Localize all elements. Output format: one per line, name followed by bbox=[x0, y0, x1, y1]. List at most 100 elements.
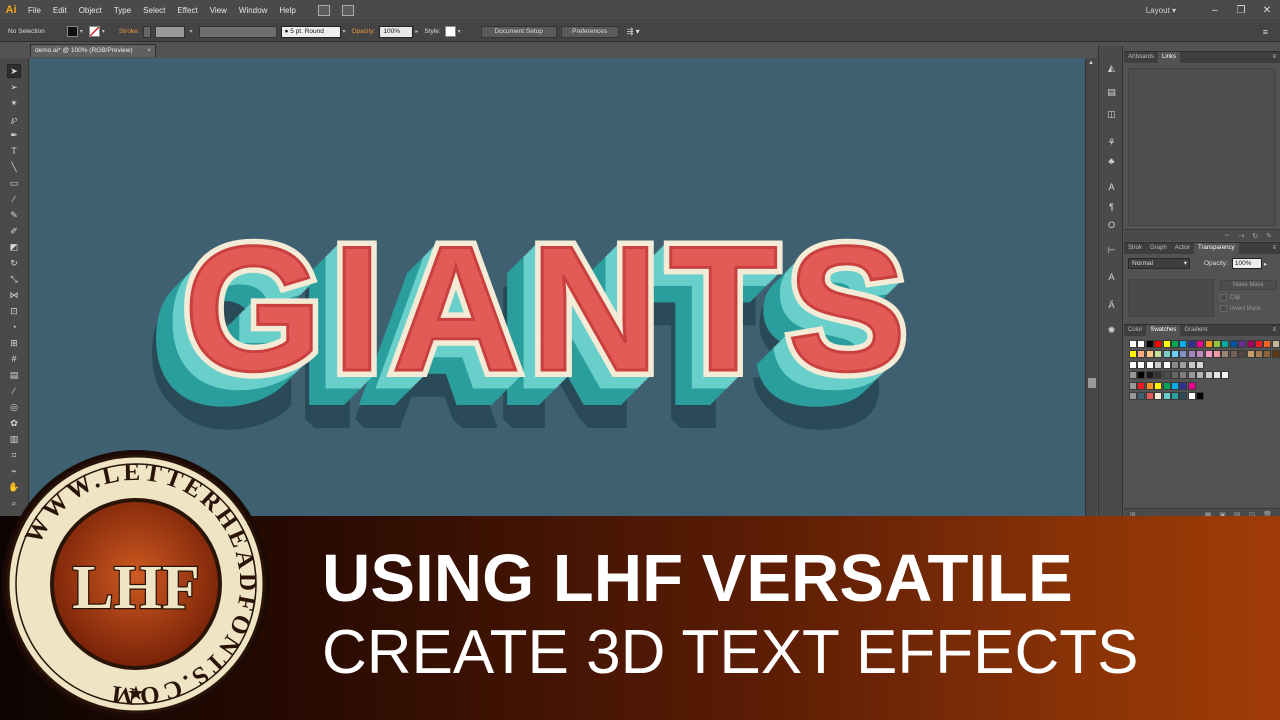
menu-select[interactable]: Select bbox=[137, 0, 171, 21]
opacity-label[interactable]: Opacity: bbox=[352, 28, 376, 35]
pencil-tool-icon[interactable]: ✎ bbox=[7, 208, 21, 222]
tab-graphic-styles[interactable]: Graph bbox=[1146, 243, 1171, 254]
swatch[interactable] bbox=[1171, 371, 1179, 380]
swatch[interactable] bbox=[1171, 340, 1179, 348]
invert-mask-checkbox[interactable]: Invert Mask bbox=[1220, 305, 1277, 312]
swatch[interactable] bbox=[1213, 350, 1221, 359]
swatch[interactable] bbox=[1187, 350, 1196, 359]
chevron-down-icon[interactable]: ▾ bbox=[189, 28, 192, 35]
swatch[interactable] bbox=[1129, 381, 1137, 390]
swatch[interactable] bbox=[1213, 371, 1221, 380]
swatch[interactable] bbox=[1145, 371, 1154, 380]
pen-tool-icon[interactable]: ✒ bbox=[7, 128, 21, 142]
swatch[interactable] bbox=[1238, 340, 1247, 348]
menu-view[interactable]: View bbox=[204, 0, 233, 21]
tab-color[interactable]: Color bbox=[1124, 325, 1146, 336]
preferences-button[interactable]: Preferences bbox=[560, 25, 619, 38]
arrange-icon[interactable]: ⇶ ▾ bbox=[627, 27, 640, 36]
color-guide-icon[interactable]: ◭ bbox=[1105, 62, 1118, 75]
scale-tool-icon[interactable]: ⤡ bbox=[7, 272, 21, 286]
stroke-label[interactable]: Stroke: bbox=[119, 28, 140, 35]
stroke-swatch[interactable] bbox=[88, 26, 100, 37]
swatch[interactable] bbox=[1238, 350, 1247, 359]
swatch[interactable] bbox=[1221, 371, 1230, 380]
swatch[interactable] bbox=[1179, 340, 1188, 348]
clip-checkbox-box[interactable] bbox=[1220, 294, 1227, 301]
swatch[interactable] bbox=[1137, 392, 1146, 400]
menu-type[interactable]: Type bbox=[108, 0, 137, 21]
chevron-down-icon[interactable]: ▾ bbox=[80, 28, 83, 35]
opentype-icon[interactable]: O bbox=[1105, 218, 1118, 231]
brush-definition[interactable]: ● 5 pt. Round bbox=[280, 25, 341, 38]
swatch[interactable] bbox=[1187, 371, 1196, 380]
close-icon[interactable]: ✕ bbox=[1254, 5, 1280, 16]
swatch[interactable] bbox=[1145, 381, 1154, 390]
swatch[interactable] bbox=[1162, 350, 1171, 359]
align-icon[interactable]: ⊢ bbox=[1105, 244, 1118, 257]
swatch[interactable] bbox=[1221, 350, 1230, 359]
swatch[interactable] bbox=[1271, 340, 1280, 348]
character-icon[interactable]: A bbox=[1105, 180, 1118, 193]
character-styles-icon[interactable]: A bbox=[1105, 270, 1118, 283]
swatch[interactable] bbox=[1271, 350, 1280, 359]
swatch[interactable] bbox=[1204, 371, 1213, 380]
vertical-scrollbar[interactable]: ▲ bbox=[1085, 58, 1097, 520]
swatch[interactable] bbox=[1137, 381, 1146, 390]
swatch[interactable] bbox=[1263, 350, 1272, 359]
eyedropper-tool-icon[interactable]: ⁄ bbox=[7, 384, 21, 398]
chevron-down-icon[interactable]: ▸ bbox=[415, 28, 418, 35]
relink-icon[interactable]: ⇔ bbox=[1223, 232, 1230, 239]
fill-swatch[interactable] bbox=[66, 26, 78, 37]
swatch[interactable] bbox=[1162, 381, 1171, 390]
panel-menu-icon[interactable]: ≡ bbox=[1268, 243, 1280, 254]
swatch[interactable] bbox=[1187, 340, 1196, 348]
lasso-tool-icon[interactable]: ℘ bbox=[7, 112, 21, 126]
swatch[interactable] bbox=[1179, 360, 1188, 369]
line-tool-icon[interactable]: ╲ bbox=[7, 160, 21, 174]
paragraph-icon[interactable]: ¶ bbox=[1105, 200, 1118, 213]
workspace-switcher[interactable]: Layout ▾ bbox=[1146, 6, 1176, 15]
panel-menu-icon[interactable]: ≡ bbox=[1263, 27, 1268, 37]
swatch[interactable] bbox=[1263, 340, 1272, 348]
blend-mode-select[interactable]: Normal ▾ bbox=[1128, 258, 1190, 269]
swatch[interactable] bbox=[1145, 350, 1154, 359]
menu-effect[interactable]: Effect bbox=[171, 0, 203, 21]
menu-object[interactable]: Object bbox=[73, 0, 108, 21]
swatch[interactable] bbox=[1196, 360, 1205, 369]
swatch[interactable] bbox=[1145, 340, 1154, 348]
swatch[interactable] bbox=[1154, 392, 1163, 400]
selection-tool-icon[interactable]: ➤ bbox=[7, 64, 21, 78]
swatch[interactable] bbox=[1137, 350, 1146, 359]
swatch[interactable] bbox=[1229, 350, 1238, 359]
tab-stroke[interactable]: Strok bbox=[1124, 243, 1146, 254]
rotate-tool-icon[interactable]: ↻ bbox=[7, 256, 21, 270]
minimize-icon[interactable]: – bbox=[1202, 5, 1228, 16]
swatch[interactable] bbox=[1187, 392, 1196, 400]
swatch[interactable] bbox=[1145, 360, 1154, 369]
swatch[interactable] bbox=[1221, 340, 1230, 348]
swatch[interactable] bbox=[1196, 392, 1205, 400]
scroll-up-icon[interactable]: ▲ bbox=[1088, 60, 1094, 66]
tab-artboards[interactable]: Artboards bbox=[1124, 52, 1158, 63]
swatch[interactable] bbox=[1187, 381, 1196, 390]
symbols-icon[interactable]: ♣ bbox=[1105, 154, 1118, 167]
make-mask-button[interactable]: Make Mask bbox=[1220, 280, 1277, 290]
menu-help[interactable]: Help bbox=[273, 0, 301, 21]
mask-thumbnail[interactable] bbox=[1128, 279, 1214, 317]
swatch[interactable] bbox=[1162, 371, 1171, 380]
document-tab[interactable]: demo.ai* @ 100% (RGB/Preview) × bbox=[30, 44, 156, 57]
perspective-grid-tool-icon[interactable]: ⊞ bbox=[7, 336, 21, 350]
opacity-input[interactable]: 100% bbox=[1231, 258, 1262, 269]
free-transform-tool-icon[interactable]: ⊡ bbox=[7, 304, 21, 318]
swatch[interactable] bbox=[1154, 371, 1163, 380]
swatch[interactable] bbox=[1137, 371, 1146, 380]
shape-builder-tool-icon[interactable]: ◔ bbox=[7, 320, 21, 334]
menu-file[interactable]: File bbox=[22, 0, 47, 21]
appearance-icon[interactable]: ✺ bbox=[1105, 324, 1118, 337]
magic-wand-tool-icon[interactable]: ✴ bbox=[7, 96, 21, 110]
swatch[interactable] bbox=[1145, 392, 1154, 400]
scroll-thumb[interactable] bbox=[1088, 378, 1096, 388]
stroke-weight-field[interactable] bbox=[155, 25, 186, 38]
symbol-sprayer-tool-icon[interactable]: ✿ bbox=[7, 416, 21, 430]
eraser-tool-icon[interactable]: ◩ bbox=[7, 240, 21, 254]
